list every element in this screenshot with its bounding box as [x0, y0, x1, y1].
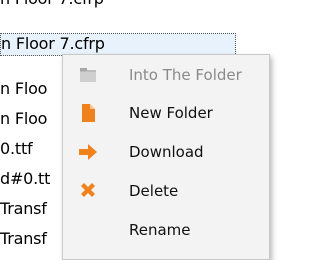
delete-x-icon: [77, 180, 99, 202]
file-row[interactable]: n Floo: [0, 107, 47, 130]
menu-item-label: Delete: [129, 182, 179, 200]
menu-item-label: Download: [129, 143, 204, 161]
download-arrow-icon: [77, 141, 99, 163]
file-row[interactable]: Transf: [0, 227, 47, 250]
menu-item-label: New Folder: [129, 104, 213, 122]
file-row[interactable]: 0.ttf: [0, 137, 33, 160]
menu-item-new-folder[interactable]: New Folder: [63, 95, 269, 131]
file-row[interactable]: Transf: [0, 197, 47, 220]
file-name: d#0.tt: [0, 169, 51, 188]
menu-item-download[interactable]: Download: [63, 134, 269, 170]
context-menu: Into The Folder New Folder Download Dele…: [62, 54, 270, 260]
file-name: n Floor 7.cfrp: [1, 34, 105, 53]
file-row[interactable]: n Floo: [0, 77, 47, 100]
menu-item-into-folder[interactable]: Into The Folder: [63, 57, 269, 93]
file-name: 0.ttf: [0, 139, 33, 158]
file-name: Transf: [0, 229, 47, 248]
menu-item-delete[interactable]: Delete: [63, 173, 269, 209]
menu-item-rename[interactable]: Rename: [63, 212, 269, 248]
file-row-selected[interactable]: n Floor 7.cfrp: [0, 33, 236, 56]
file-name: n Floo: [0, 79, 48, 98]
file-name: Transf: [0, 199, 47, 218]
file-name: n Floor 7.cfrp: [0, 0, 104, 8]
menu-item-label: Into The Folder: [129, 66, 242, 84]
file-row[interactable]: d#0.tt: [0, 167, 50, 190]
file-name: n Floo: [0, 109, 48, 128]
new-document-icon: [77, 102, 99, 124]
folder-icon: [77, 64, 99, 86]
file-row[interactable]: n Floor 7.cfrp: [0, 0, 104, 10]
menu-item-label: Rename: [129, 221, 191, 239]
